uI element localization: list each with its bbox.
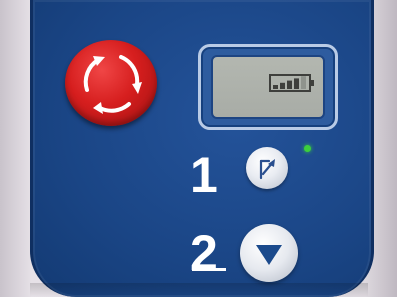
battery-bar (301, 76, 306, 89)
panel-shadow (30, 283, 368, 297)
battery-level-icon (269, 74, 314, 92)
battery-bar (280, 82, 285, 89)
lcd-screen (211, 55, 325, 119)
status-led (304, 145, 311, 152)
battery-bar (273, 85, 278, 89)
function-button[interactable] (246, 147, 288, 189)
battery-bar (294, 78, 299, 89)
step-1-label: 1 (190, 147, 218, 203)
signal-arrow-icon (259, 159, 275, 180)
triangle-down-icon (256, 245, 282, 265)
step-2-underline (192, 268, 226, 271)
rotate-arrows-icon (83, 55, 142, 114)
down-button[interactable] (240, 224, 298, 282)
battery-bar (287, 80, 292, 89)
lcd-display (198, 44, 338, 130)
emergency-stop-button[interactable] (65, 40, 157, 126)
